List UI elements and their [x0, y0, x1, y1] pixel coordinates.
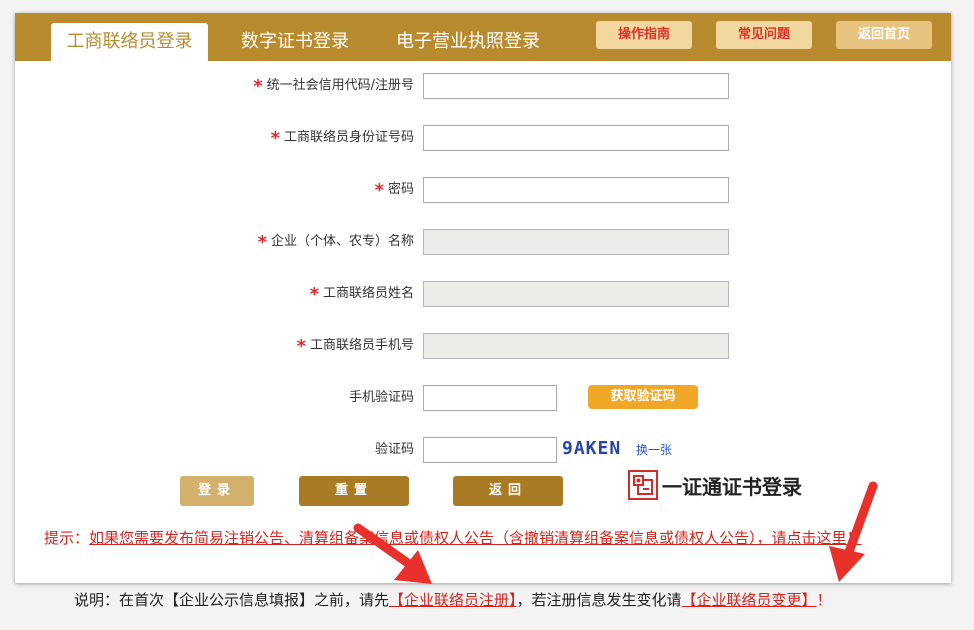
required-mark: * [309, 284, 319, 305]
tip-line: 提示：如果您需要发布简易注销公告、清算组备案信息或债权人公告（含撤销清算组备案信… [44, 527, 862, 548]
company-name-input [423, 229, 729, 255]
login-panel: 工商联络员登录 数字证书登录 电子营业执照登录 操作指南 常见问题 返回首页 *… [15, 13, 951, 583]
field-row-sms-code: 手机验证码 获取验证码 [15, 385, 951, 411]
field-row-company-name: * 企业（个体、农专）名称 [15, 229, 951, 255]
refresh-captcha-link[interactable]: 换一张 [636, 437, 672, 463]
company-name-label: * 企业（个体、农专）名称 [257, 232, 414, 253]
note-suffix: ！ [816, 591, 832, 609]
announcement-link[interactable]: 如果您需要发布简易注销公告、清算组备案信息或债权人公告（含撤销清算组备案信息或债… [89, 529, 862, 547]
field-row-liaison-phone: * 工商联络员手机号 [15, 333, 951, 359]
cert-logo-icon [628, 470, 658, 500]
required-mark: * [270, 128, 280, 149]
back-button[interactable]: 返回 [453, 476, 563, 506]
credit-code-label: * 统一社会信用代码/注册号 [253, 76, 414, 97]
id-number-input[interactable] [423, 125, 729, 151]
required-mark: * [296, 336, 306, 357]
field-row-id-number: * 工商联络员身份证号码 [15, 125, 951, 151]
captcha-image[interactable]: 9AKEN [562, 437, 621, 463]
note-text-1: 说明：在首次【企业公示信息填报】之前，请先 [74, 591, 390, 609]
tab-digital-cert-login[interactable]: 数字证书登录 [225, 23, 365, 61]
required-mark: * [374, 180, 384, 201]
password-label: * 密码 [374, 180, 414, 201]
password-input[interactable] [423, 177, 729, 203]
liaison-change-link[interactable]: 【企业联络员变更】 [682, 591, 817, 609]
faq-button[interactable]: 常见问题 [716, 21, 812, 49]
cert-login-label: 一证通证书登录 [662, 474, 802, 499]
tip-prefix: 提示： [44, 529, 90, 547]
cert-login-link[interactable]: 一证通证书登录 [628, 468, 802, 502]
liaison-phone-input [423, 333, 729, 359]
get-sms-code-button[interactable]: 获取验证码 [588, 385, 698, 409]
field-row-credit-code: * 统一社会信用代码/注册号 [15, 73, 951, 99]
home-button[interactable]: 返回首页 [836, 21, 932, 49]
header-bar: 工商联络员登录 数字证书登录 电子营业执照登录 操作指南 常见问题 返回首页 [15, 13, 951, 61]
credit-code-input[interactable] [423, 73, 729, 99]
id-number-label: * 工商联络员身份证号码 [270, 128, 414, 149]
sms-code-label: 手机验证码 [348, 390, 414, 405]
tab-liaison-login[interactable]: 工商联络员登录 [51, 23, 208, 61]
required-mark: * [253, 76, 263, 97]
sms-code-input[interactable] [423, 385, 557, 411]
guide-button[interactable]: 操作指南 [596, 21, 692, 49]
liaison-name-input [423, 281, 729, 307]
reset-button[interactable]: 重置 [299, 476, 409, 506]
note-line: 说明：在首次【企业公示信息填报】之前，请先【企业联络员注册】，若注册信息发生变化… [74, 589, 832, 610]
liaison-phone-label: * 工商联络员手机号 [296, 336, 414, 357]
captcha-label: 验证码 [374, 442, 414, 457]
liaison-name-label: * 工商联络员姓名 [309, 284, 414, 305]
field-row-liaison-name: * 工商联络员姓名 [15, 281, 951, 307]
field-row-captcha: 验证码 9AKEN 换一张 [15, 437, 951, 463]
captcha-input[interactable] [423, 437, 557, 463]
annotation-arrow-left-icon [353, 523, 432, 584]
liaison-register-link[interactable]: 【企业联络员注册】 [389, 591, 517, 609]
tab-e-license-login[interactable]: 电子营业执照登录 [383, 23, 553, 61]
field-row-password: * 密码 [15, 177, 951, 203]
required-mark: * [257, 232, 267, 253]
login-button[interactable]: 登录 [180, 476, 254, 506]
annotation-arrow-right-icon [829, 481, 878, 582]
note-text-2: ，若注册信息发生变化请 [516, 591, 682, 609]
